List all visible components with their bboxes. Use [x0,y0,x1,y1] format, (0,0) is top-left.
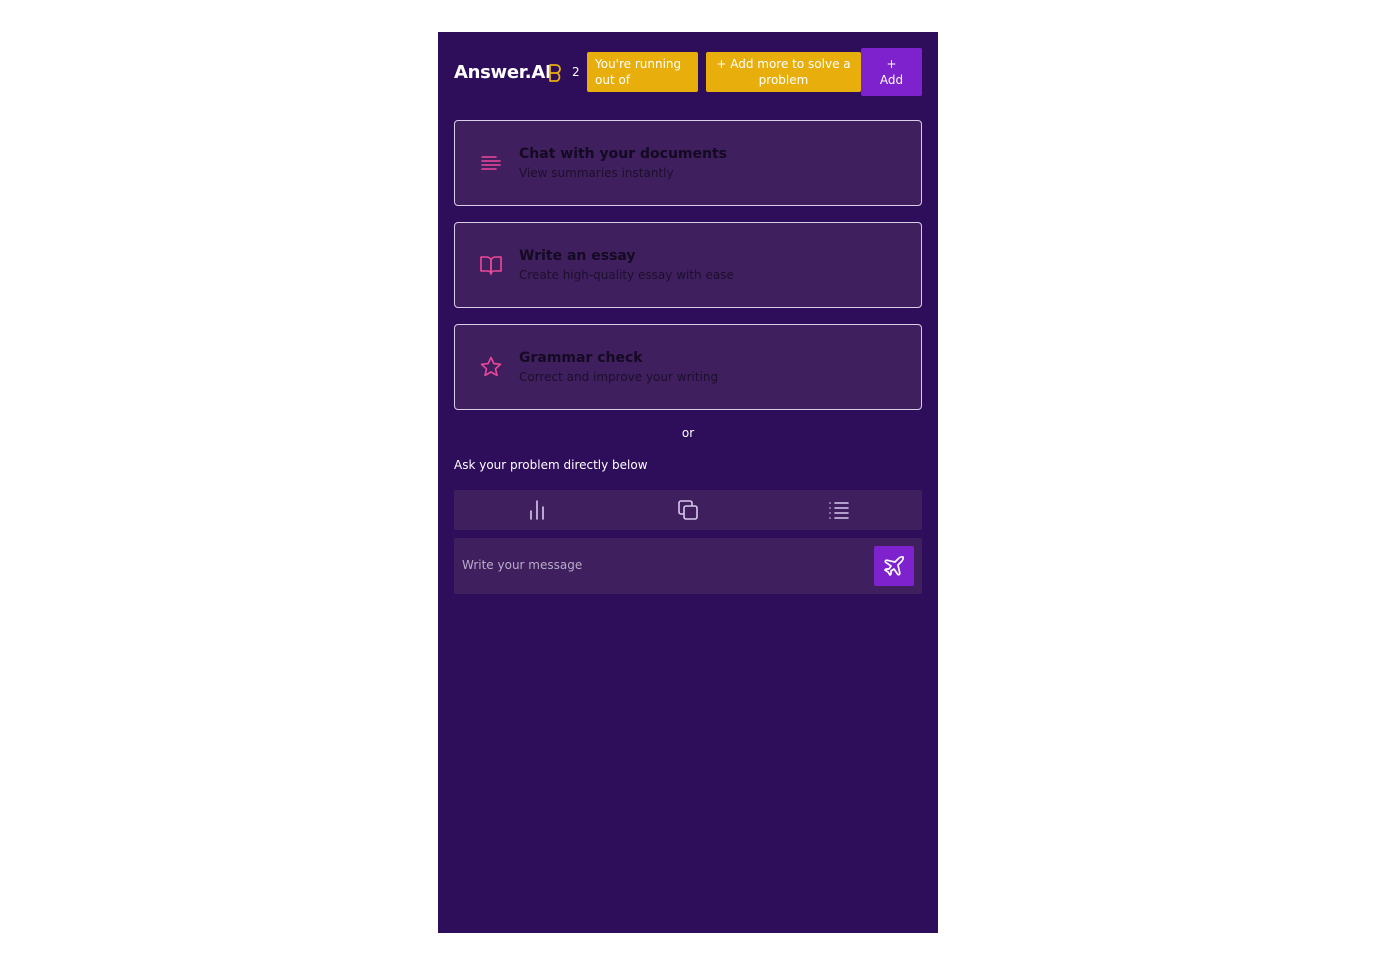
or-divider: or [681,426,695,440]
message-input[interactable] [462,554,862,576]
card-subtitle: View summaries instantly [519,166,674,180]
brand-title: Answer.AI [454,62,552,83]
align-left-icon [481,156,501,170]
book-open-icon [480,256,502,275]
input-toolbar [454,490,922,530]
card-subtitle: Correct and improve your writing [519,370,719,384]
card-chat-documents[interactable]: Chat with your documents View summaries … [454,120,922,206]
add-more-button[interactable]: + Add more to solve a problem [706,52,861,92]
running-out-badge: You're running out of [587,52,698,92]
plane-icon [884,555,905,576]
card-grammar-check[interactable]: Grammar check Correct and improve your w… [454,324,922,410]
send-button[interactable] [874,546,914,586]
card-write-essay[interactable]: Write an essay Create high-quality essay… [454,222,922,308]
add-button[interactable]: + Add [861,48,922,96]
bold-b-icon [549,64,561,82]
card-title: Grammar check [519,350,643,366]
star-icon [480,356,502,377]
list-icon[interactable] [827,498,851,522]
copy-icon[interactable] [676,498,700,522]
app-panel: Answer.AI 2 You're running out of + Add … [438,32,938,933]
card-title: Chat with your documents [519,146,727,162]
ask-label: Ask your problem directly below [454,458,648,472]
credits-count: 2 [572,65,580,79]
bar-chart-icon[interactable] [525,498,549,522]
card-subtitle: Create high-quality essay with ease [519,268,734,282]
card-title: Write an essay [519,248,636,264]
message-composer [454,538,922,594]
